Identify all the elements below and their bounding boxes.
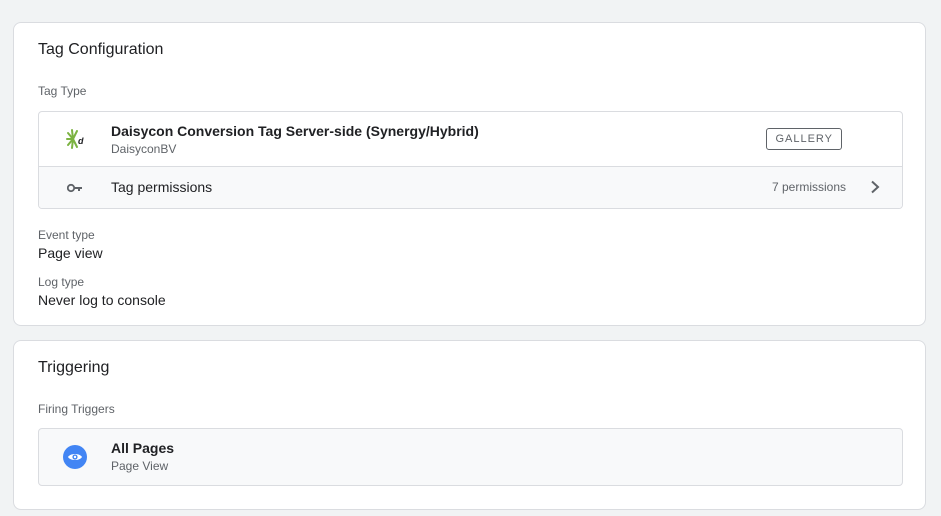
tag-configuration-title: Tag Configuration — [38, 41, 164, 58]
tag-type-box: d Daisycon Conversion Tag Server-side (S… — [38, 111, 903, 209]
log-type-value: Never log to console — [38, 292, 166, 308]
tag-type-label: Tag Type — [38, 84, 87, 98]
triggering-card[interactable]: Triggering Firing Triggers All Pages Pag… — [13, 340, 926, 510]
svg-text:d: d — [78, 136, 84, 146]
tag-permissions-row[interactable]: Tag permissions 7 permissions — [39, 166, 902, 208]
event-type-value: Page view — [38, 245, 103, 261]
key-icon — [67, 183, 82, 193]
trigger-type: Page View — [111, 459, 169, 473]
gallery-button[interactable]: GALLERY — [766, 128, 842, 150]
tag-publisher: DaisyconBV — [111, 142, 177, 156]
permissions-count: 7 permissions — [771, 180, 846, 194]
firing-triggers-label: Firing Triggers — [38, 402, 115, 416]
chevron-right-icon[interactable] — [870, 180, 880, 194]
trigger-item[interactable]: All Pages Page View — [38, 428, 903, 486]
tag-permissions-label: Tag permissions — [111, 179, 213, 195]
tag-name: Daisycon Conversion Tag Server-side (Syn… — [111, 123, 479, 139]
log-type-label: Log type — [38, 275, 85, 289]
trigger-name: All Pages — [111, 440, 175, 456]
tag-type-row[interactable]: d Daisycon Conversion Tag Server-side (S… — [39, 112, 902, 166]
daisycon-logo-icon: d — [66, 129, 84, 149]
tag-configuration-card[interactable]: Tag Configuration Tag Type d Daisycon Co… — [13, 22, 926, 326]
event-type-label: Event type — [38, 228, 95, 242]
eye-icon — [63, 445, 87, 469]
triggering-title: Triggering — [38, 359, 110, 376]
